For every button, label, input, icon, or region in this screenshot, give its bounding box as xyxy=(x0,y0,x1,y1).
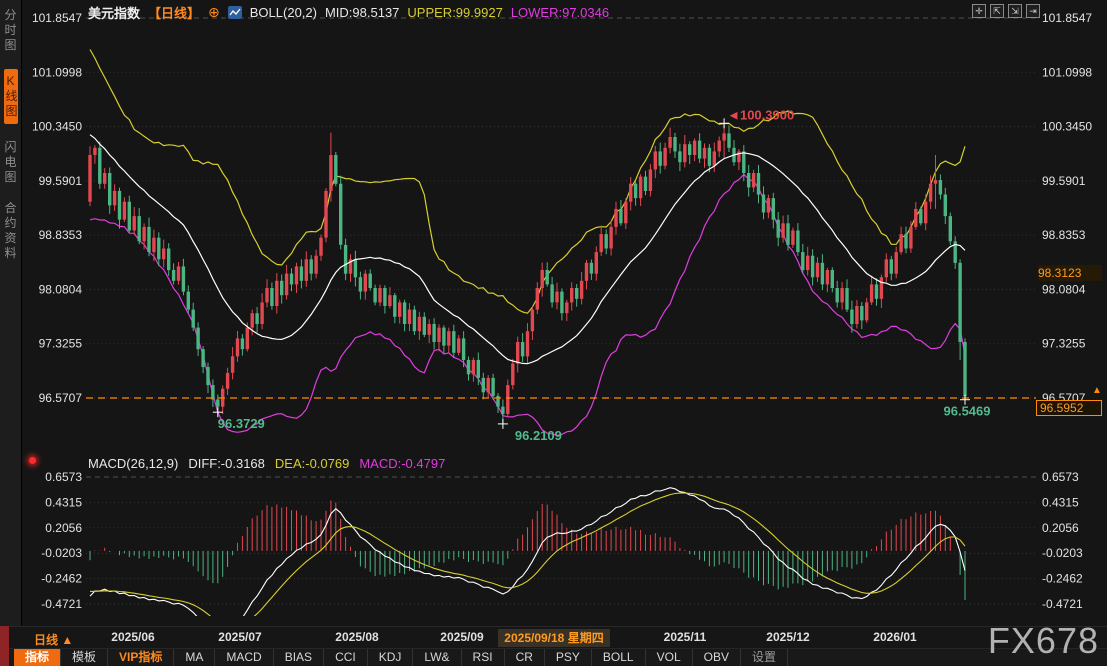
macd-axis-label-right: 0.4315 xyxy=(1042,495,1079,509)
boll-mid-value: MID:98.5137 xyxy=(325,5,399,20)
indicator-toolbar-row: 指标模板VIP指标MAMACDBIASCCIKDJLW&RSICRPSYBOLL… xyxy=(0,648,1107,666)
x-axis-date: 2025/11 xyxy=(664,630,707,644)
macd-hist-value: MACD:-0.4797 xyxy=(359,456,445,471)
tab-MA[interactable]: MA xyxy=(174,649,215,666)
macd-axis-label-right: -0.2462 xyxy=(1042,572,1083,586)
sidebar-red-strip xyxy=(0,626,9,666)
symbol-name: 美元指数 xyxy=(88,3,140,22)
y-axis-label-left: 98.8353 xyxy=(39,228,83,242)
prev-close-badge: 98.3123 xyxy=(1038,265,1102,281)
sidebar-item-1[interactable]: 分时图 xyxy=(4,8,18,53)
tab-KDJ[interactable]: KDJ xyxy=(368,649,414,666)
tab-设置[interactable]: 设置 xyxy=(741,649,788,666)
x-axis-date: 2025/09 xyxy=(440,630,483,644)
tab-BIAS[interactable]: BIAS xyxy=(274,649,324,666)
tab-CCI[interactable]: CCI xyxy=(324,649,368,666)
y-axis-label-left: 97.3255 xyxy=(39,337,83,351)
tab-RSI[interactable]: RSI xyxy=(462,649,505,666)
price-annotation: 96.2109 xyxy=(515,428,562,443)
macd-axis-label-left: -0.2462 xyxy=(41,572,82,586)
boll-label[interactable]: BOLL(20,2) xyxy=(250,5,317,20)
tab-CR[interactable]: CR xyxy=(505,649,545,666)
macd-diff-value: DIFF:-0.3168 xyxy=(188,456,265,471)
macd-axis-label-left: 0.2056 xyxy=(45,521,82,535)
status-dot-icon xyxy=(29,457,36,464)
price-macd-chart[interactable]: 101.8547 101.8547 101.0998 101.0998 100.3450… xyxy=(0,0,1107,626)
macd-header: MACD(26,12,9) DIFF:-0.3168 DEA:-0.0769 M… xyxy=(88,456,445,471)
sidebar: 分时图 K线图闪电图合约资料 xyxy=(0,0,22,626)
macd-dea-value: DEA:-0.0769 xyxy=(275,456,349,471)
period-selector[interactable]: 日线 ▲ xyxy=(34,631,73,648)
macd-axis-label-left: 0.4315 xyxy=(45,495,82,509)
y-axis-label-left: 99.5901 xyxy=(39,174,83,188)
y-axis-label-right: 98.0804 xyxy=(1042,282,1086,296)
tab-PSY[interactable]: PSY xyxy=(545,649,592,666)
x-axis-date: 2026/01 xyxy=(873,630,916,644)
x-axis-date: 2025/07 xyxy=(218,630,261,644)
highlighted-session-date: 2025/09/18 星期四 xyxy=(498,629,610,647)
tab-MACD[interactable]: MACD xyxy=(215,649,273,666)
pan-right-icon[interactable]: ⇥ xyxy=(1026,4,1040,18)
macd-axis-label-right: -0.0203 xyxy=(1042,546,1083,560)
macd-name[interactable]: MACD(26,12,9) xyxy=(88,456,178,471)
tab-LW&[interactable]: LW& xyxy=(413,649,461,666)
x-axis-date: 2025/06 xyxy=(111,630,154,644)
price-annotation: 96.3729 xyxy=(218,416,265,431)
tab-OBV[interactable]: OBV xyxy=(693,649,741,666)
y-axis-label-right: 101.0998 xyxy=(1042,65,1092,79)
zoom-in-icon[interactable]: ⇱ xyxy=(990,4,1004,18)
x-axis-date: 2025/08 xyxy=(335,630,378,644)
y-axis-label-right: 100.3450 xyxy=(1042,120,1092,134)
macd-axis-label-right: -0.4721 xyxy=(1042,597,1083,611)
y-axis-label-left: 101.0998 xyxy=(32,65,82,79)
sidebar-item-4[interactable]: 合约资料 xyxy=(4,201,18,261)
macd-axis-label-right: 0.2056 xyxy=(1042,521,1079,535)
macd-axis-label-left: -0.0203 xyxy=(41,546,82,560)
boll-upper-value: UPPER:99.9927 xyxy=(407,5,502,20)
sidebar-item-3[interactable]: 闪电图 xyxy=(4,140,18,185)
macd-axis-label-right: 0.6573 xyxy=(1042,470,1079,484)
zoom-out-icon[interactable]: ⇲ xyxy=(1008,4,1022,18)
period-tag[interactable]: 【日线】 xyxy=(148,3,200,22)
indicator-toolbar: 指标模板VIP指标MAMACDBIASCCIKDJLW&RSICRPSYBOLL… xyxy=(14,649,788,666)
macd-axis-label-left: 0.6573 xyxy=(45,470,82,484)
last-price-badge: 96.5952 xyxy=(1036,400,1102,416)
alert-arrow-icon: ▲ xyxy=(1092,385,1102,396)
chart-tool-icons: ✛ ⇱ ⇲ ⇥ xyxy=(972,4,1040,18)
boll-lower-value: LOWER:97.0346 xyxy=(511,5,609,20)
tab-指标[interactable]: 指标 xyxy=(14,649,61,666)
sidebar-item-2[interactable]: K线图 xyxy=(4,69,18,124)
y-axis-label-right: 99.5901 xyxy=(1042,174,1086,188)
x-axis-date: 2025/12 xyxy=(766,630,809,644)
y-axis-label-right: 101.8547 xyxy=(1042,11,1092,25)
y-axis-label-right: 97.3255 xyxy=(1042,337,1086,351)
x-axis-date-row: 日线 ▲ 2025/09/18 星期四 2025/06 2025/07 2025/0… xyxy=(0,626,1107,648)
y-axis-label-left: 100.3450 xyxy=(32,120,82,134)
tab-VIP指标[interactable]: VIP指标 xyxy=(108,649,174,666)
chart-title-bar: 美元指数 【日线】 ⊕ BOLL(20,2) MID:98.5137 UPPER… xyxy=(88,3,609,22)
y-axis-label-left: 96.5707 xyxy=(39,391,83,405)
crosshair-icon[interactable]: ✛ xyxy=(972,4,986,18)
add-indicator-icon[interactable]: ⊕ xyxy=(208,6,220,19)
trading-terminal: 101.8547 101.8547 101.0998 101.0998 100.3450… xyxy=(0,0,1107,666)
y-axis-label-left: 101.8547 xyxy=(32,11,82,25)
tab-模板[interactable]: 模板 xyxy=(61,649,108,666)
tab-BOLL[interactable]: BOLL xyxy=(592,649,646,666)
mini-chart-icon xyxy=(228,6,242,19)
tab-VOL[interactable]: VOL xyxy=(646,649,693,666)
price-annotation: 96.5469 xyxy=(944,404,991,419)
watermark: FX678 xyxy=(988,620,1099,662)
y-axis-label-right: 98.8353 xyxy=(1042,228,1086,242)
macd-axis-label-left: -0.4721 xyxy=(41,597,82,611)
price-annotation: ◄100.3900 xyxy=(727,107,794,122)
y-axis-label-left: 98.0804 xyxy=(39,282,83,296)
